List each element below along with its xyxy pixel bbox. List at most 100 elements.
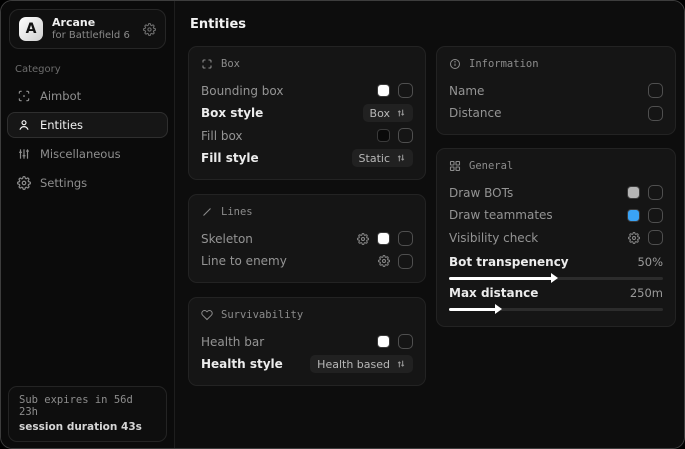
setting-label: Fill box [201,129,243,143]
fill-style-select[interactable]: Static [352,149,413,167]
app-subtitle: for Battlefield 6 [52,30,134,43]
sidebar-item-label: Settings [40,176,87,190]
health-style-select[interactable]: Health based [310,355,413,373]
box-corners-icon [201,58,213,70]
setting-label: Visibility check [449,231,538,245]
setting-row-fill-style: Fill style Static [201,148,413,170]
card-title: General [469,160,513,172]
setting-label: Health style [201,357,283,371]
setting-label: Skeleton [201,232,253,246]
max-distance-slider[interactable] [449,308,663,311]
draw-bots-checkbox[interactable] [648,185,663,200]
sidebar-item-label: Miscellaneous [40,147,121,161]
sidebar-item-label: Entities [40,118,83,132]
app-window: A Arcane for Battlefield 6 Category Aimb… [0,0,685,449]
setting-row-name: Name [449,80,663,102]
color-swatch[interactable] [377,335,390,348]
color-swatch[interactable] [627,209,640,222]
visibility-check-checkbox[interactable] [648,230,663,245]
setting-label: Max distance [449,286,538,300]
color-swatch[interactable] [377,232,390,245]
slider-value: 50% [637,255,663,269]
fill-box-checkbox[interactable] [398,128,413,143]
setting-row-bot-transparency: Bot transpenency 50% [449,255,663,280]
setting-row-max-distance: Max distance 250m [449,286,663,311]
info-icon [449,58,461,70]
box-style-select[interactable]: Box [363,104,413,122]
heart-icon [201,309,213,321]
logo-text: Arcane for Battlefield 6 [52,16,134,42]
setting-row-draw-teammates: Draw teammates [449,205,663,227]
app-title: Arcane [52,16,134,30]
gear-icon[interactable] [357,233,369,245]
grid-icon [449,160,461,172]
page-title: Entities [190,17,671,32]
setting-label: Name [449,84,484,98]
setting-label: Draw teammates [449,208,553,222]
setting-label: Bot transpenency [449,255,569,269]
lines-card: Lines Skeleton Line to enemy [188,194,426,283]
entities-icon [17,118,31,132]
slider-handle[interactable] [495,304,502,314]
information-card: Information Name Distance [436,46,676,135]
card-title: Lines [221,206,253,218]
setting-label: Distance [449,106,501,120]
sidebar: A Arcane for Battlefield 6 Category Aimb… [1,1,175,448]
app-logo: A [19,17,43,41]
setting-row-health-bar: Health bar [201,331,413,353]
card-title: Box [221,58,240,70]
gear-icon[interactable] [628,232,640,244]
session-duration-text: session duration 43s [19,421,156,433]
setting-row-line-to-enemy: Line to enemy [201,251,413,273]
swap-vertical-icon [396,108,406,118]
select-value: Static [359,152,390,165]
sliders-icon [17,147,31,161]
line-icon [201,206,213,218]
setting-row-box-style: Box style Box [201,103,413,125]
select-value: Health based [317,358,390,371]
setting-label: Draw BOTs [449,186,513,200]
skeleton-checkbox[interactable] [398,231,413,246]
setting-row-bounding-box: Bounding box [201,80,413,102]
bot-transparency-slider[interactable] [449,277,663,280]
slider-handle[interactable] [551,273,558,283]
category-label: Category [15,64,160,75]
logo-card: A Arcane for Battlefield 6 [9,9,166,49]
general-card: General Draw BOTs Draw teammates [436,148,676,327]
survivability-card: Survivability Health bar Health style He… [188,297,426,386]
card-title: Information [469,58,539,70]
setting-label: Fill style [201,151,259,165]
setting-row-visibility-check: Visibility check [449,227,663,249]
sidebar-item-aimbot[interactable]: Aimbot [7,83,168,109]
gear-icon[interactable] [143,23,156,36]
gear-icon[interactable] [378,255,390,267]
sidebar-item-settings[interactable]: Settings [7,170,168,196]
sidebar-item-miscellaneous[interactable]: Miscellaneous [7,141,168,167]
slider-fill [449,308,496,311]
slider-value: 250m [630,286,663,300]
name-checkbox[interactable] [648,83,663,98]
gear-icon [17,176,31,190]
line-to-enemy-checkbox[interactable] [398,254,413,269]
draw-teammates-checkbox[interactable] [648,208,663,223]
setting-label: Line to enemy [201,254,287,268]
setting-row-distance: Distance [449,103,663,125]
swap-vertical-icon [396,359,406,369]
subscription-status-card: Sub expires in 56d 23h session duration … [8,386,167,442]
bounding-box-checkbox[interactable] [398,83,413,98]
setting-row-draw-bots: Draw BOTs [449,182,663,204]
card-title: Survivability [221,309,303,321]
setting-row-health-style: Health style Health based [201,354,413,376]
sub-expiry-text: Sub expires in 56d 23h [19,394,156,418]
swap-vertical-icon [396,153,406,163]
setting-label: Box style [201,106,263,120]
health-bar-checkbox[interactable] [398,334,413,349]
distance-checkbox[interactable] [648,106,663,121]
color-swatch[interactable] [377,84,390,97]
setting-label: Bounding box [201,84,283,98]
color-swatch[interactable] [377,129,390,142]
sidebar-nav: Aimbot Entities Miscellaneous Settings [7,83,168,196]
color-swatch[interactable] [627,186,640,199]
sidebar-item-label: Aimbot [40,89,81,103]
sidebar-item-entities[interactable]: Entities [7,112,168,138]
